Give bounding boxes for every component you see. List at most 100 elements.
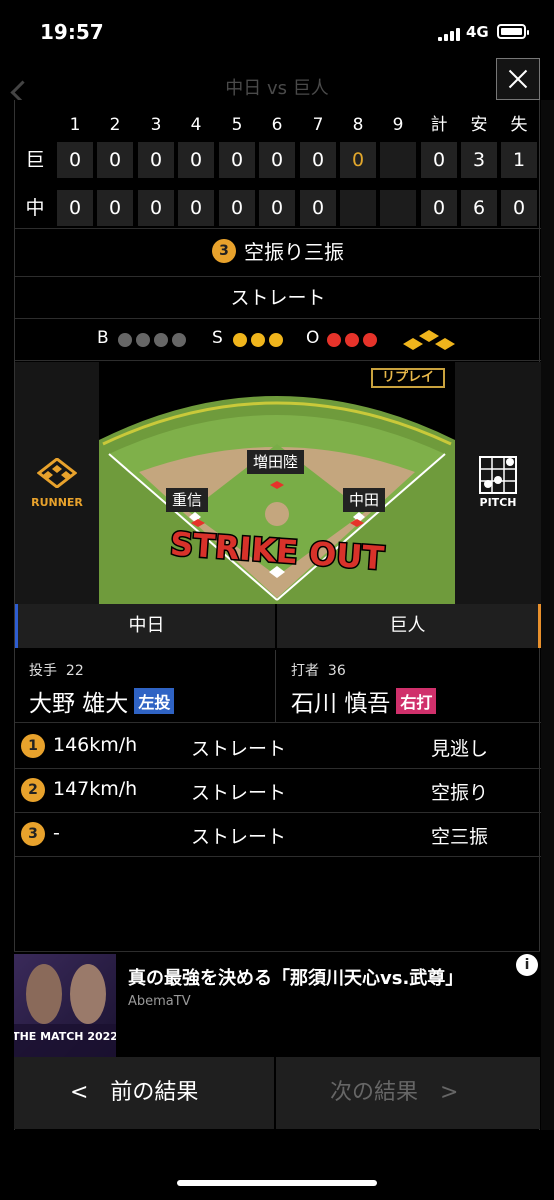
runner-label: RUNNER <box>31 496 83 509</box>
score-cell: 6 <box>461 190 497 226</box>
pitch-button[interactable]: PITCH <box>455 362 541 604</box>
score-cell: 0 <box>138 142 174 178</box>
strike-dot <box>269 333 283 347</box>
inning-header: 計 <box>430 115 448 135</box>
close-button[interactable] <box>496 58 540 100</box>
fielder-label-first: 中田 <box>343 488 386 512</box>
team-tab-giants[interactable]: 巨人 <box>277 604 541 648</box>
score-cell: 0 <box>178 190 214 226</box>
runner-button[interactable]: RUNNER <box>15 362 99 604</box>
pitcher-hand-badge: 左投 <box>134 688 175 714</box>
scoreboard-row-home: 中0000000060 <box>15 190 541 230</box>
score-cell: 3 <box>461 142 497 178</box>
score-cell: 0 <box>300 142 336 178</box>
fielder-label-center: 増田陸 <box>247 450 305 474</box>
next-result-button[interactable]: 次の結果 > <box>276 1057 540 1129</box>
pitch-type-label: ストレート <box>191 782 287 804</box>
play-result: 3 空振り三振 <box>15 236 541 278</box>
status-bar: 19:57 4G <box>0 0 554 64</box>
replay-button[interactable]: リプレイ <box>371 368 445 388</box>
team-tab-chunichi[interactable]: 中日 <box>15 604 275 648</box>
batter-info: 打者 36 石川 慎吾 右打 <box>277 650 541 722</box>
score-cell: 0 <box>97 142 133 178</box>
inning-header: 4 <box>190 115 202 135</box>
pitch-number-badge: 2 <box>21 778 45 802</box>
inning-header: 2 <box>109 115 121 135</box>
score-cell: 0 <box>178 142 214 178</box>
ad-thumbnail: THE MATCH 2022 <box>14 954 116 1058</box>
ball-dot <box>136 333 150 347</box>
pitch-list-item[interactable]: 1 146km/h ストレート 見逃し <box>15 724 541 769</box>
prev-result-button[interactable]: < 前の結果 <box>14 1057 274 1129</box>
strike-label: S <box>212 328 223 348</box>
score-cell: 0 <box>57 142 93 178</box>
out-dot <box>327 333 341 347</box>
pitch-speed: 146km/h <box>53 734 138 756</box>
home-indicator[interactable] <box>177 1180 377 1186</box>
pitch-result: 見逃し <box>431 738 489 760</box>
pitch-type-label: ストレート <box>191 738 287 760</box>
bases-icon <box>403 330 455 350</box>
svg-text:THE MATCH 2022: THE MATCH 2022 <box>14 1030 116 1043</box>
score-cell: 0 <box>97 190 133 226</box>
out-label: O <box>306 328 320 348</box>
inning-header: 9 <box>392 115 404 135</box>
pitch-result: 空振り <box>431 782 489 804</box>
divider <box>15 228 541 229</box>
score-cell: 0 <box>219 142 255 178</box>
score-cell: 0 <box>138 190 174 226</box>
inning-header: 失 <box>510 115 528 135</box>
inning-header: 7 <box>312 115 324 135</box>
batter-hand-badge: 右打 <box>396 688 437 714</box>
ad-banner[interactable]: THE MATCH 2022 真の最強を決める「那須川天心vs.武尊」 Abem… <box>14 951 540 1058</box>
pitch-number-badge: 1 <box>21 734 45 758</box>
pitch-list-item[interactable]: 2 147km/h ストレート 空振り <box>15 768 541 813</box>
team-abbrev: 巨 <box>25 149 45 171</box>
score-cell: 0 <box>421 142 457 178</box>
score-cell: 0 <box>259 142 295 178</box>
inning-header: 8 <box>352 115 364 135</box>
score-cell: 0 <box>57 190 93 226</box>
result-navigation: < 前の結果 次の結果 > <box>14 1057 540 1129</box>
score-cell: 0 <box>340 142 376 178</box>
score-cell: 0 <box>259 190 295 226</box>
divider <box>15 318 541 319</box>
status-time: 19:57 <box>40 20 104 44</box>
ad-info-icon[interactable]: i <box>516 954 538 976</box>
ball-dot <box>118 333 132 347</box>
score-cell: 0 <box>219 190 255 226</box>
ad-title[interactable]: 真の最強を決める「那須川天心vs.武尊」 <box>128 964 463 990</box>
fielder-label-short: 重信 <box>166 488 209 512</box>
inning-header: 5 <box>231 115 243 135</box>
play-result-text: 空振り三振 <box>244 240 344 264</box>
score-cell <box>380 190 416 226</box>
matchup: 投手 22 大野 雄大 左投 打者 36 石川 慎吾 右打 <box>15 650 541 722</box>
pitch-number-badge: 3 <box>212 238 236 263</box>
divider <box>15 360 541 361</box>
pitch-list-item[interactable]: 3- ストレート 空三振 <box>15 812 541 857</box>
out-dot <box>363 333 377 347</box>
pitcher-name[interactable]: 大野 雄大 左投 <box>29 684 175 718</box>
batter-name[interactable]: 石川 慎吾 右打 <box>291 684 437 718</box>
scoreboard-header: 1 2 3 4 5 6 7 8 9 計 安 失 <box>15 110 541 140</box>
ball-dot <box>172 333 186 347</box>
ad-source: AbemaTV <box>128 994 191 1009</box>
team-tabs: 中日 巨人 <box>15 604 541 648</box>
strike-dot <box>251 333 265 347</box>
ball-label: B <box>97 328 109 348</box>
pitch-zone-icon <box>479 456 517 494</box>
pitch-number-badge: 3 <box>21 822 45 846</box>
pitch-speed: - <box>53 822 60 844</box>
team-abbrev: 中 <box>25 197 45 219</box>
score-cell: 1 <box>501 142 537 178</box>
batter-role: 打者 36 <box>291 663 346 679</box>
out-dot <box>345 333 359 347</box>
baseball-field: STRIKE OUT <box>99 362 455 604</box>
pitch-type-label: ストレート <box>191 826 287 848</box>
strike-dot <box>233 333 247 347</box>
pitch-label: PITCH <box>479 496 517 509</box>
battery-icon <box>497 24 529 39</box>
score-cell <box>340 190 376 226</box>
runner-bases-icon <box>37 458 77 488</box>
pitch-speed: 147km/h <box>53 778 138 800</box>
